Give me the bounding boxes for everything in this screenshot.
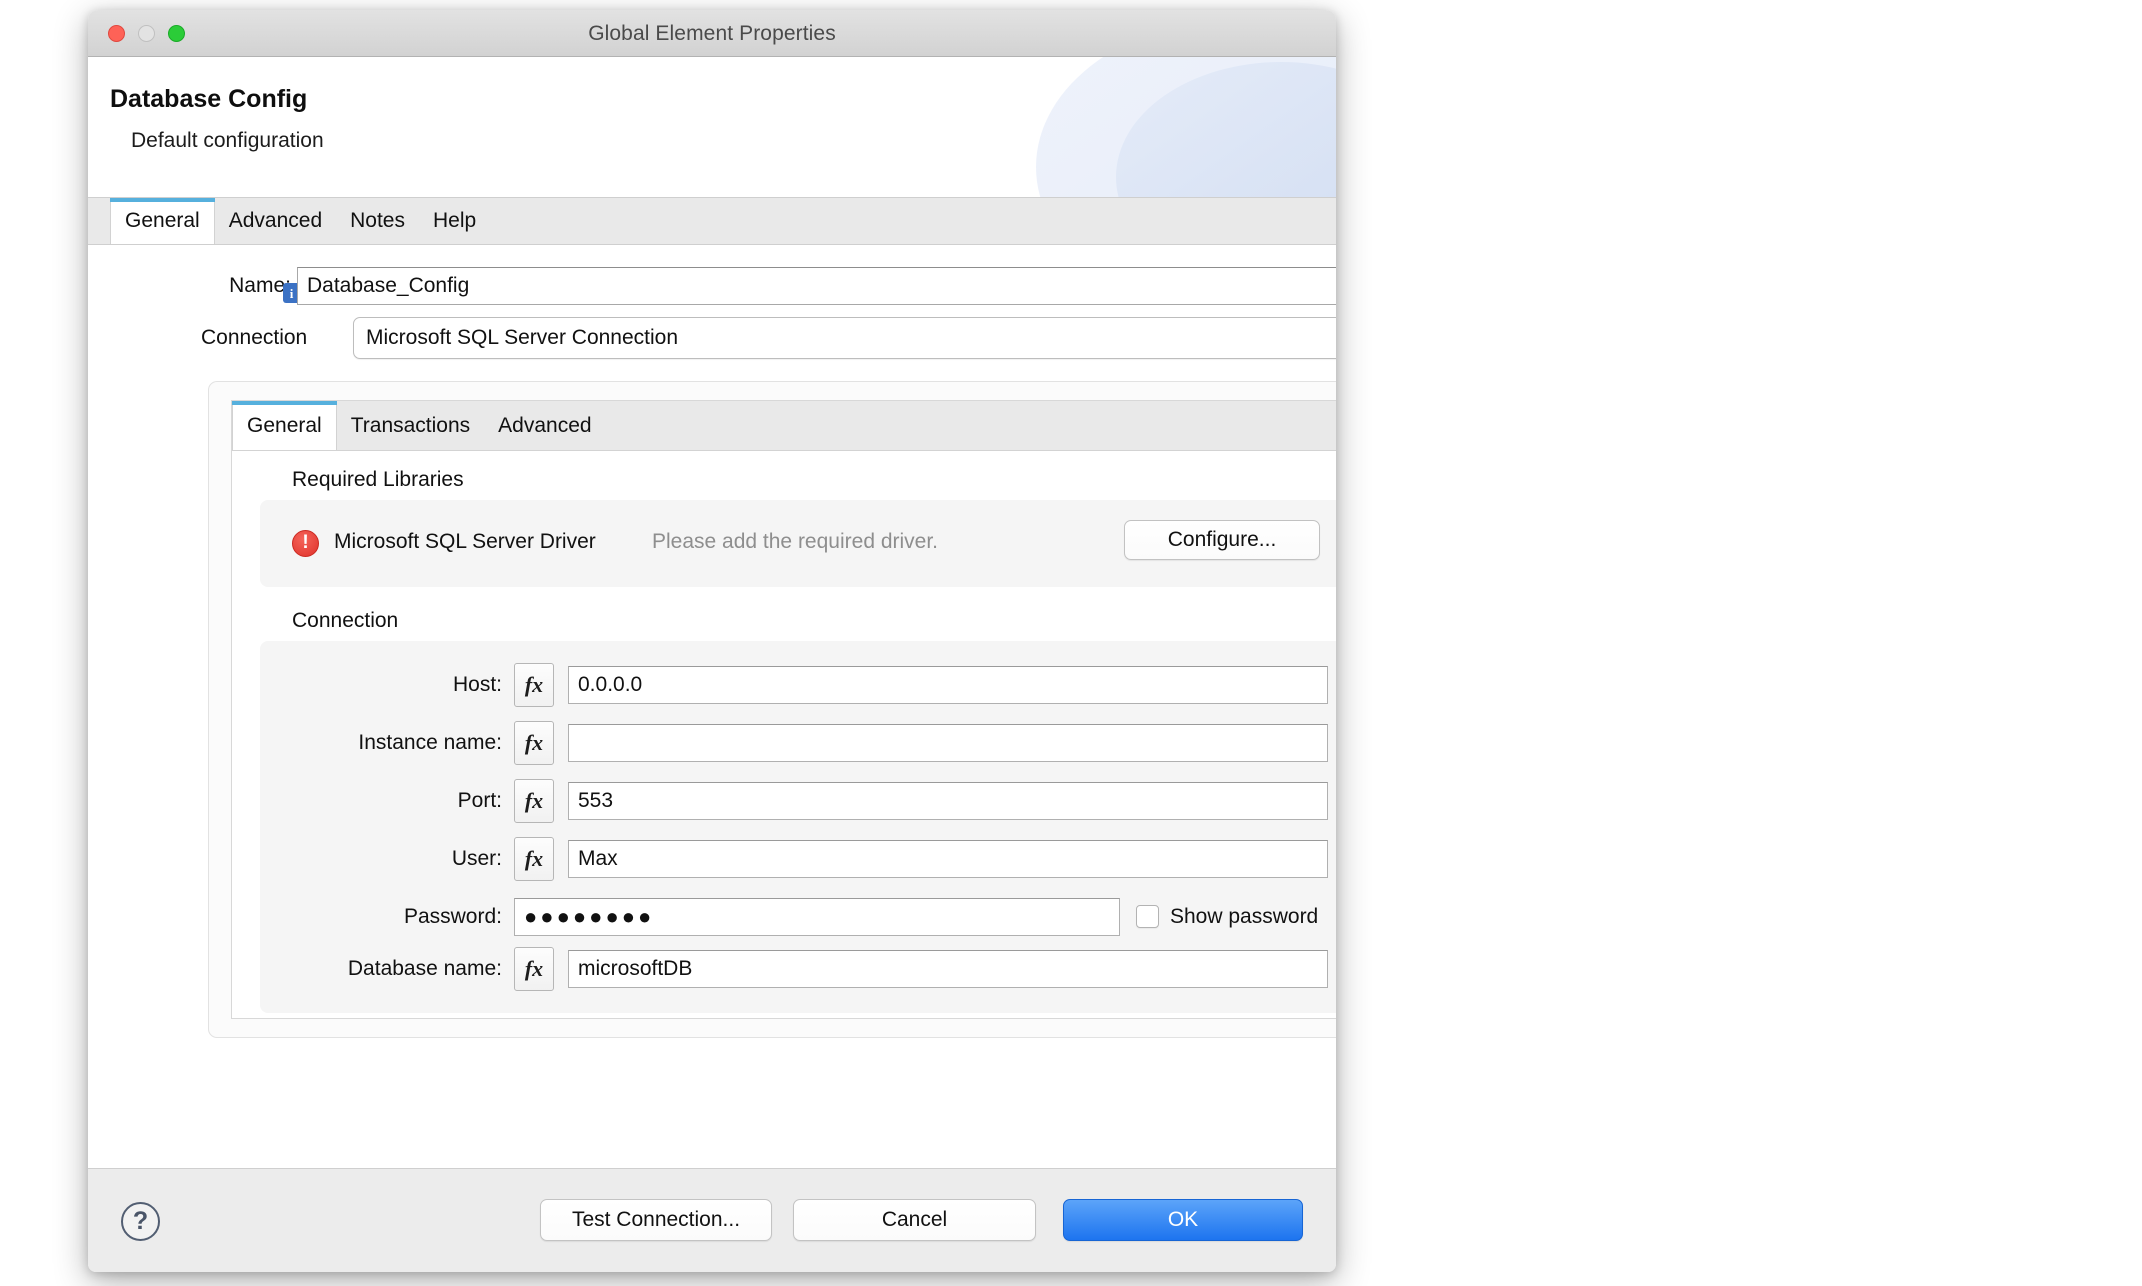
- connection-label: Connection: [201, 326, 308, 349]
- dialog-header: Database Config Default configuration: [88, 57, 1336, 197]
- inner-tab-general-label: General: [247, 413, 322, 437]
- ok-button[interactable]: OK: [1063, 1199, 1303, 1241]
- instance-name-input[interactable]: [568, 724, 1328, 762]
- connection-row: Connection Microsoft SQL Server Connecti…: [88, 317, 1336, 361]
- tab-advanced[interactable]: Advanced: [215, 198, 336, 244]
- properties-dialog: Global Element Properties Database Confi…: [88, 10, 1336, 1272]
- show-password-checkbox[interactable]: [1136, 905, 1159, 928]
- password-input[interactable]: ●●●●●●●●: [514, 898, 1120, 936]
- inner-tab-general[interactable]: General: [232, 401, 337, 450]
- connection-select-value: Microsoft SQL Server Connection: [366, 326, 679, 349]
- instance-name-label: Instance name:: [358, 731, 502, 754]
- database-name-label: Database name:: [347, 957, 502, 980]
- error-icon: !: [292, 530, 319, 557]
- connection-select[interactable]: Microsoft SQL Server Connection: [353, 317, 1336, 359]
- tab-help-label: Help: [432, 209, 477, 232]
- required-libraries-label: Required Libraries: [292, 468, 464, 491]
- field-row-password: Password: ●●●●●●●● Show password: [260, 895, 1336, 939]
- driver-name: Microsoft SQL Server Driver: [334, 530, 596, 553]
- window-titlebar: Global Element Properties: [88, 10, 1336, 57]
- fx-button-user[interactable]: fx: [514, 837, 554, 881]
- outer-tab-bar: General Advanced Notes Help: [88, 197, 1336, 245]
- connection-group-label: Connection: [292, 609, 399, 632]
- field-row-instance-name: Instance name: fx: [260, 721, 1336, 765]
- tab-general[interactable]: General: [110, 198, 215, 244]
- cancel-button[interactable]: Cancel: [793, 1199, 1036, 1241]
- inner-tab-advanced-label: Advanced: [498, 413, 592, 437]
- user-label: User:: [451, 847, 502, 870]
- name-input[interactable]: Database_Config: [297, 267, 1336, 305]
- port-label: Port:: [457, 789, 502, 812]
- configure-button[interactable]: Configure...: [1124, 520, 1320, 560]
- fx-button-database-name[interactable]: fx: [514, 947, 554, 991]
- user-input[interactable]: Max: [568, 840, 1328, 878]
- decorative-arc-inner-icon: [1116, 62, 1336, 197]
- inner-tab-bar: General Transactions Advanced: [232, 401, 1336, 451]
- window-title: Global Element Properties: [588, 22, 836, 45]
- page-subtitle: Default configuration: [131, 129, 324, 152]
- fx-button-port[interactable]: fx: [514, 779, 554, 823]
- tab-advanced-label: Advanced: [228, 209, 323, 232]
- dialog-footer: ? Test Connection... Cancel OK: [88, 1168, 1336, 1272]
- database-name-input[interactable]: microsoftDB: [568, 950, 1328, 988]
- test-connection-button[interactable]: Test Connection...: [540, 1199, 772, 1241]
- name-row: Name: i Database_Config: [88, 267, 1336, 307]
- help-icon[interactable]: ?: [121, 1202, 160, 1241]
- host-input[interactable]: 0.0.0.0: [568, 666, 1328, 704]
- inner-tab-advanced[interactable]: Advanced: [484, 401, 605, 450]
- show-password-label: Show password: [1170, 905, 1319, 928]
- password-label: Password:: [403, 905, 502, 928]
- dialog-body: Name: i Database_Config Connection Micro…: [88, 245, 1336, 1198]
- field-row-port: Port: fx 553: [260, 779, 1336, 823]
- field-row-database-name: Database name: fx microsoftDB: [260, 947, 1336, 991]
- fx-button-instance-name[interactable]: fx: [514, 721, 554, 765]
- driver-status-text: Please add the required driver.: [652, 530, 939, 553]
- field-row-host: Host: fx 0.0.0.0: [260, 663, 1336, 707]
- inner-tab-transactions-label: Transactions: [350, 413, 471, 437]
- connection-panel: General Transactions Advanced Required L…: [231, 400, 1336, 1019]
- fx-button-host[interactable]: fx: [514, 663, 554, 707]
- connection-panel-wrapper: General Transactions Advanced Required L…: [208, 381, 1336, 1038]
- port-input[interactable]: 553: [568, 782, 1328, 820]
- name-label: Name:: [229, 274, 291, 297]
- inner-tab-content: Required Libraries ! Microsoft SQL Serve…: [232, 451, 1336, 1018]
- field-row-user: User: fx Max: [260, 837, 1336, 881]
- tab-help[interactable]: Help: [419, 198, 490, 244]
- connection-fields-box: Host: fx 0.0.0.0 Instance name: fx Port:…: [260, 641, 1336, 1013]
- decorative-arc-outer-icon: [1036, 57, 1336, 197]
- tab-general-label: General: [125, 209, 200, 232]
- host-label: Host:: [452, 673, 502, 696]
- inner-tab-transactions[interactable]: Transactions: [337, 401, 484, 450]
- page-title: Database Config: [110, 85, 308, 113]
- required-libraries-box: ! Microsoft SQL Server Driver Please add…: [260, 500, 1336, 587]
- tab-notes[interactable]: Notes: [336, 198, 419, 244]
- tab-notes-label: Notes: [350, 209, 405, 232]
